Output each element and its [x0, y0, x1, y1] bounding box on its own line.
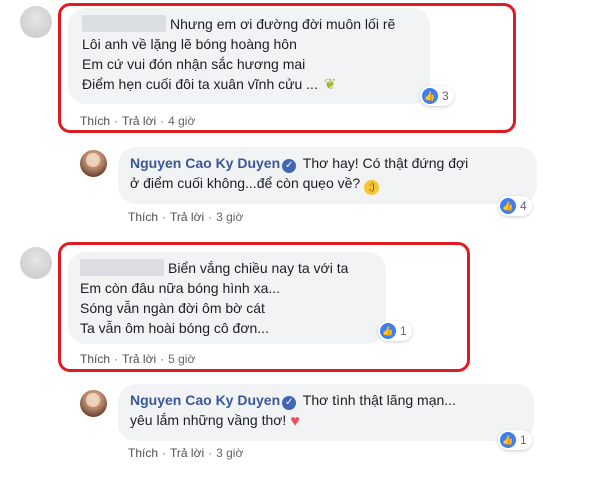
comment-actions: Thích · Trả lời · 4 giờ	[80, 114, 196, 128]
author-avatar[interactable]	[80, 150, 107, 177]
verified-badge-icon: ✓	[282, 159, 297, 173]
reply-link[interactable]: Trả lời	[122, 114, 156, 128]
comment-line: Em còn đâu nữa bóng hình xa...	[80, 280, 281, 296]
like-link[interactable]: Thích	[80, 352, 110, 366]
comment-line: Em cứ vui đón nhận sắc hương mai	[82, 56, 306, 72]
reply-actions: Thích · Trả lời · 3 giờ	[128, 446, 244, 460]
reply-bubble: Nguyen Cao Ky Duyen ✓ Thơ tình thật lãng …	[118, 384, 534, 441]
thumbs-up-icon: 👍	[500, 198, 516, 214]
like-link[interactable]: Thích	[128, 446, 158, 460]
reaction-count[interactable]: 👍 4	[498, 196, 532, 216]
thumbs-up-icon: 👍	[422, 88, 438, 104]
timestamp[interactable]: 3 giờ	[216, 446, 243, 460]
reply-link[interactable]: Trả lời	[122, 352, 156, 366]
comment-bubble: Nhưng em ơi đường đời muôn lối rẽ Lôi an…	[68, 8, 430, 104]
timestamp[interactable]: 5 giờ	[168, 352, 195, 366]
reaction-count[interactable]: 👍 3	[420, 86, 454, 106]
wink-emoji-icon: ;)	[364, 180, 380, 195]
timestamp[interactable]: 3 giờ	[216, 210, 243, 224]
comment-line: Sóng vẫn ngàn đời ôm bờ cát	[80, 300, 265, 316]
comment-line: Biển vắng chiều nay ta với ta	[80, 258, 374, 278]
reply-line: yêu lắm những vầng thơ! ♥	[130, 412, 300, 430]
like-link[interactable]: Thích	[128, 210, 158, 224]
commenter-avatar[interactable]	[20, 6, 52, 38]
comment-line: Lôi anh về lặng lẽ bóng hoàng hôn	[82, 36, 297, 52]
reaction-count[interactable]: 👍 1	[378, 321, 412, 341]
like-link[interactable]: Thích	[80, 114, 110, 128]
reply-line: ở điểm cuối không...để còn quẹo về? ;)	[130, 173, 525, 195]
reply-line: Nguyen Cao Ky Duyen ✓ Thơ tình thật lãng …	[130, 392, 456, 410]
comment-actions: Thích · Trả lời · 5 giờ	[80, 352, 196, 366]
author-avatar[interactable]	[80, 390, 107, 417]
comment-bubble: Biển vắng chiều nay ta với ta Em còn đâu…	[68, 252, 386, 344]
thumbs-up-icon: 👍	[500, 432, 516, 448]
heart-emoji-icon: ♥	[290, 413, 300, 430]
timestamp[interactable]: 4 giờ	[168, 114, 195, 128]
commenter-avatar[interactable]	[20, 247, 52, 279]
comment-line: Điểm hẹn cuối đôi ta xuân vĩnh cửu ... ❦	[82, 76, 337, 93]
redacted-name[interactable]	[80, 259, 164, 276]
thumbs-up-icon: 👍	[380, 323, 396, 339]
redacted-name[interactable]	[82, 15, 166, 32]
reaction-count[interactable]: 👍 1	[498, 430, 532, 450]
comment-line: Ta vẫn ôm hoài bóng cô đơn...	[80, 320, 269, 336]
verified-badge-icon: ✓	[282, 396, 297, 410]
reply-actions: Thích · Trả lời · 3 giờ	[128, 210, 244, 224]
author-name[interactable]: Nguyen Cao Ky Duyen	[130, 155, 280, 171]
reply-link[interactable]: Trả lời	[170, 446, 204, 460]
reply-link[interactable]: Trả lời	[170, 210, 204, 224]
comment-line: Nhưng em ơi đường đời muôn lối rẽ	[82, 14, 416, 34]
reply-bubble: Nguyen Cao Ky Duyen ✓ Thơ hay! Có thật đứ…	[118, 147, 537, 204]
plant-emoji-icon: ❦	[323, 76, 337, 93]
reply-line: Nguyen Cao Ky Duyen ✓ Thơ hay! Có thật đứ…	[130, 155, 469, 173]
author-name[interactable]: Nguyen Cao Ky Duyen	[130, 392, 280, 408]
